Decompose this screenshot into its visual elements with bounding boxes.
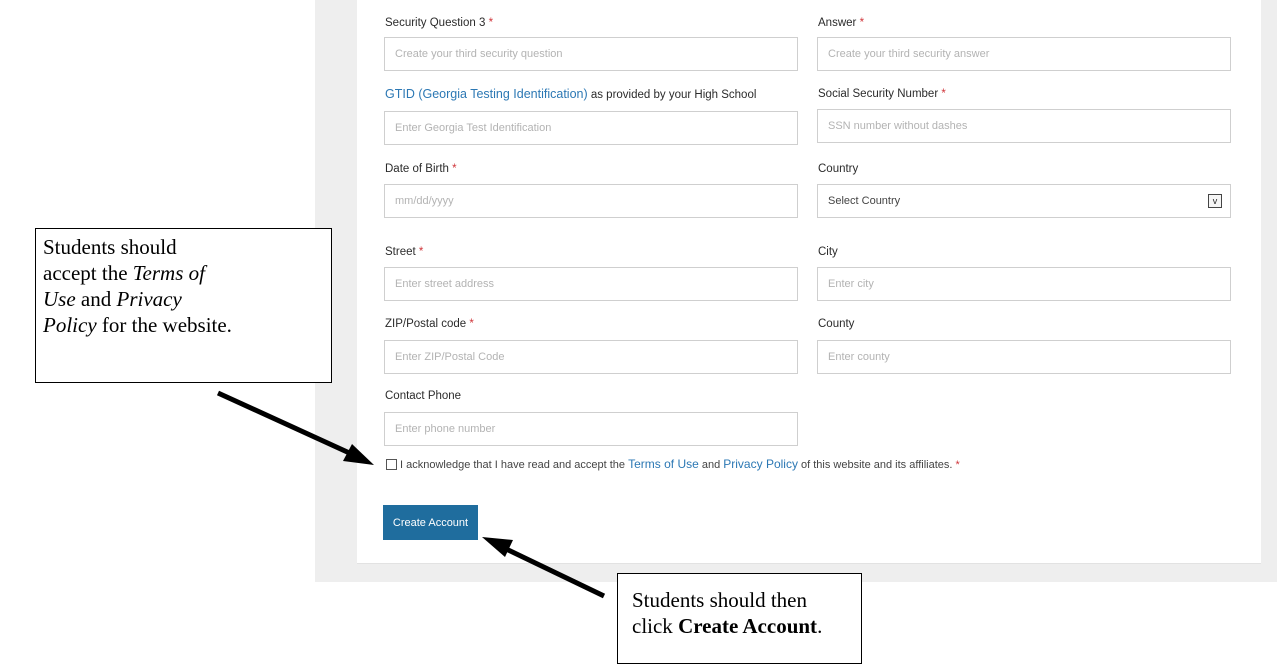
create-arrow-shaft [498,543,606,599]
terms-arrow-shaft [216,390,358,459]
callout-arrows [216,390,606,599]
terms-arrow-head [343,444,374,465]
create-arrow-head [482,537,513,557]
